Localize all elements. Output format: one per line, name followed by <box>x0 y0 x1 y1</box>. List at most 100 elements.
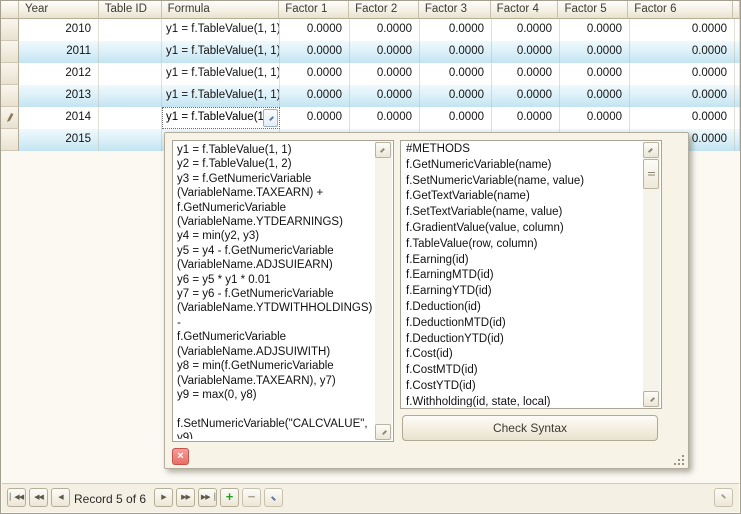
cell-factor-5[interactable]: 0.0000 <box>560 63 630 85</box>
method-list-item[interactable]: f.EarningYTD(id) <box>402 284 641 300</box>
cell-year[interactable]: 2014 <box>19 107 99 129</box>
cell-factor-3[interactable]: 0.0000 <box>420 19 492 41</box>
hscroll-right-button[interactable] <box>714 488 733 507</box>
cell-factor-3[interactable]: 0.0000 <box>420 107 492 129</box>
resize-grip[interactable] <box>674 455 684 465</box>
cell-factor-6[interactable]: 0.0000 <box>630 41 735 63</box>
cell-factor-4[interactable]: 0.0000 <box>492 85 560 107</box>
cell-factor-3[interactable]: 0.0000 <box>420 41 492 63</box>
cell-factor-2[interactable]: 0.0000 <box>350 63 420 85</box>
cell-table-id[interactable] <box>99 129 162 151</box>
formula-dropdown-button[interactable] <box>263 109 278 127</box>
scroll-up-button[interactable] <box>375 142 391 158</box>
formula-code-textarea[interactable]: y1 = f.TableValue(1, 1) y2 = f.TableValu… <box>177 143 373 439</box>
cell-table-id[interactable] <box>99 41 162 63</box>
header-table-id[interactable]: Table ID <box>99 1 162 19</box>
cell-factor-6[interactable]: 0.0000 <box>630 19 735 41</box>
cell-factor-1[interactable]: 0.0000 <box>280 19 350 41</box>
cell-year[interactable]: 2012 <box>19 63 99 85</box>
method-list-item[interactable]: f.DeductionYTD(id) <box>402 332 641 348</box>
cell-year[interactable]: 2013 <box>19 85 99 107</box>
method-list-item[interactable]: f.Cost(id) <box>402 347 641 363</box>
method-list-item[interactable]: f.CostYTD(id) <box>402 379 641 395</box>
method-list-item[interactable]: f.GetNumericVariable(name) <box>402 158 641 174</box>
header-factor-4[interactable]: Factor 4 <box>491 1 559 19</box>
cell-factor-1[interactable]: 0.0000 <box>280 41 350 63</box>
prev-record-button[interactable]: ◀ <box>51 488 70 507</box>
method-list-item[interactable]: f.GradientValue(value, column) <box>402 221 641 237</box>
method-list-item[interactable]: f.Deduction(id) <box>402 300 641 316</box>
cell-formula[interactable]: y1 = f.TableValue(1, 1) <box>162 19 280 41</box>
row-selector[interactable] <box>1 19 19 41</box>
row-selector[interactable] <box>1 63 19 85</box>
cell-factor-1[interactable]: 0.0000 <box>280 85 350 107</box>
cell-factor-4[interactable]: 0.0000 <box>492 107 560 129</box>
cell-factor-2[interactable]: 0.0000 <box>350 41 420 63</box>
cell-table-id[interactable] <box>99 85 162 107</box>
cell-formula[interactable]: y1 = f.TableValue(1, 1) <box>162 63 280 85</box>
method-list-item[interactable]: f.TableValue(row, column) <box>402 237 641 253</box>
method-list-item[interactable]: f.CostMTD(id) <box>402 363 641 379</box>
code-scrollbar[interactable] <box>375 142 392 440</box>
method-list-item[interactable]: f.SetTextVariable(name, value) <box>402 205 641 221</box>
header-year[interactable]: Year <box>19 1 99 19</box>
methods-scrollbar[interactable] <box>643 142 660 407</box>
header-factor-2[interactable]: Factor 2 <box>349 1 419 19</box>
prev-page-button[interactable]: ◀◀ <box>29 488 48 507</box>
cell-year[interactable]: 2015 <box>19 129 99 151</box>
method-list-item[interactable]: f.GetTextVariable(name) <box>402 189 641 205</box>
cell-factor-2[interactable]: 0.0000 <box>350 85 420 107</box>
scrollbar-thumb[interactable] <box>643 159 659 189</box>
first-record-button[interactable]: ▏◀◀ <box>7 488 26 507</box>
row-selector[interactable] <box>1 41 19 63</box>
delete-record-button[interactable]: − <box>242 488 261 507</box>
header-factor-6[interactable]: Factor 6 <box>628 1 733 19</box>
scroll-down-button[interactable] <box>375 424 391 440</box>
formula-editor-cell[interactable]: y1 = f.TableValue(1, <box>162 107 280 129</box>
cell-factor-6[interactable]: 0.0000 <box>630 63 735 85</box>
cell-year[interactable]: 2010 <box>19 19 99 41</box>
method-list-item[interactable]: f.Withholding(id, state, local) <box>402 395 641 407</box>
row-selector[interactable] <box>1 129 19 151</box>
row-selector[interactable] <box>1 85 19 107</box>
next-page-button[interactable]: ▶▶ <box>176 488 195 507</box>
cell-factor-6[interactable]: 0.0000 <box>630 107 735 129</box>
cell-factor-5[interactable]: 0.0000 <box>560 107 630 129</box>
cell-factor-4[interactable]: 0.0000 <box>492 63 560 85</box>
method-list-item[interactable]: #METHODS <box>402 142 641 158</box>
next-record-button[interactable]: ▶ <box>154 488 173 507</box>
cell-table-id[interactable] <box>99 107 162 129</box>
last-record-button[interactable]: ▶▶▕ <box>198 488 217 507</box>
cell-factor-4[interactable]: 0.0000 <box>492 19 560 41</box>
cell-factor-1[interactable]: 0.0000 <box>280 63 350 85</box>
cell-factor-5[interactable]: 0.0000 <box>560 85 630 107</box>
cell-factor-4[interactable]: 0.0000 <box>492 41 560 63</box>
cell-formula[interactable]: y1 = f.TableValue(1, 1) <box>162 85 280 107</box>
header-factor-3[interactable]: Factor 3 <box>419 1 491 19</box>
cell-factor-3[interactable]: 0.0000 <box>420 85 492 107</box>
cell-year[interactable]: 2011 <box>19 41 99 63</box>
method-list-item[interactable]: f.SetNumericVariable(name, value) <box>402 174 641 190</box>
method-list-item[interactable]: f.EarningMTD(id) <box>402 268 641 284</box>
cell-factor-5[interactable]: 0.0000 <box>560 19 630 41</box>
header-factor-1[interactable]: Factor 1 <box>279 1 349 19</box>
cell-factor-6[interactable]: 0.0000 <box>630 85 735 107</box>
header-formula[interactable]: Formula <box>162 1 280 19</box>
close-popup-button[interactable]: × <box>172 448 189 465</box>
scroll-down-button[interactable] <box>643 391 659 407</box>
cell-table-id[interactable] <box>99 19 162 41</box>
method-list-item[interactable]: f.Earning(id) <box>402 253 641 269</box>
cell-factor-1[interactable]: 0.0000 <box>280 107 350 129</box>
cell-table-id[interactable] <box>99 63 162 85</box>
cell-factor-2[interactable]: 0.0000 <box>350 19 420 41</box>
scroll-up-button[interactable] <box>643 142 659 158</box>
add-record-button[interactable]: + <box>220 488 239 507</box>
cell-factor-3[interactable]: 0.0000 <box>420 63 492 85</box>
hscroll-left-button[interactable] <box>264 488 283 507</box>
cell-factor-2[interactable]: 0.0000 <box>350 107 420 129</box>
method-list-item[interactable]: f.DeductionMTD(id) <box>402 316 641 332</box>
header-factor-5[interactable]: Factor 5 <box>558 1 628 19</box>
row-selector[interactable] <box>1 107 19 129</box>
cell-formula[interactable]: y1 = f.TableValue(1, 1) <box>162 41 280 63</box>
cell-factor-5[interactable]: 0.0000 <box>560 41 630 63</box>
